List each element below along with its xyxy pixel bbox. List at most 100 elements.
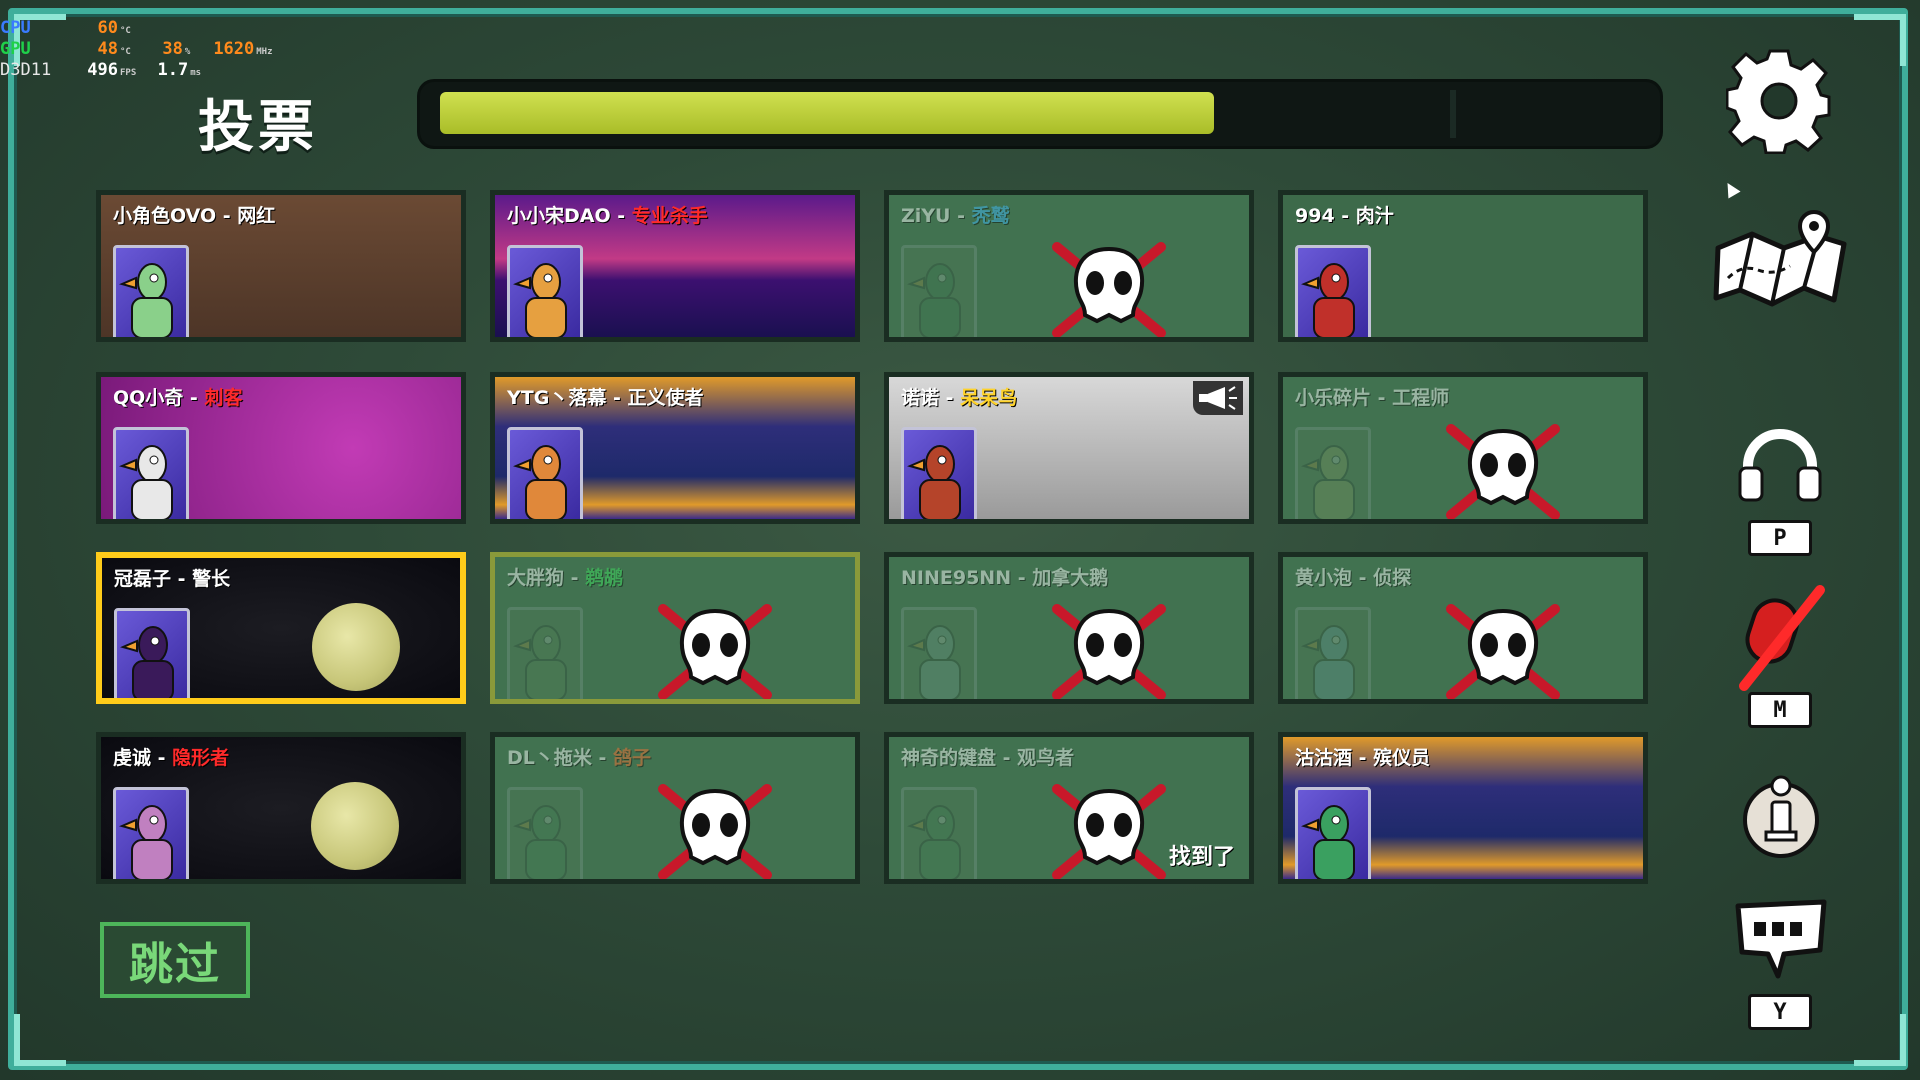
player-name-label: NINE95NN - 加拿大鹅 [901,563,1108,590]
player-avatar [901,427,977,519]
player-role: 观鸟者 [1017,747,1075,769]
player-name-label: 小乐碎片 - 工程师 [1295,383,1449,410]
cpu-label: CPU [0,18,31,38]
timer-tick [1450,90,1456,138]
player-name: DL丶拖米 [507,747,592,769]
player-card[interactable]: 小角色OVO - 网红 [96,190,466,342]
player-card[interactable]: 大胖狗 - 鹈鹕 [490,552,860,704]
player-avatar [1295,787,1371,879]
player-name-label: 冠磊子 - 警长 [114,564,230,591]
map-icon[interactable] [1712,208,1850,316]
dead-skull-icon [1052,604,1166,699]
player-avatar [507,427,583,519]
player-name: 大胖狗 [507,567,565,589]
player-name: QQ小奇 [113,387,184,409]
name-separator: - [591,747,614,769]
megaphone-icon [1193,381,1243,415]
player-card[interactable]: 沽沽酒 - 殡仪员 [1278,732,1648,884]
player-avatar [507,245,583,337]
player-card[interactable]: ZiYU - 秃鹫 [884,190,1254,342]
corner-ornament [14,1014,66,1066]
name-separator: - [151,747,173,769]
voice-key-hint: P [1748,520,1812,556]
player-card[interactable]: NINE95NN - 加拿大鹅 [884,552,1254,704]
player-name: 神奇的键盘 [901,747,997,769]
player-card[interactable]: YTG丶落幕 - 正义使者 [490,372,860,524]
player-role: 肉汁 [1355,205,1394,227]
corner-ornament [1854,1014,1906,1066]
player-role: 警长 [192,568,231,590]
player-name-label: 小小宋DAO - 专业杀手 [507,201,708,228]
gpu-load: 38 [162,39,183,59]
player-name: ZiYU [901,205,951,227]
player-name-label: 小角色OVO - 网红 [113,201,275,228]
player-role: 工程师 [1392,387,1450,409]
player-role: 专业杀手 [631,205,708,227]
player-name-label: 沽沽酒 - 殡仪员 [1295,743,1430,770]
player-card[interactable]: QQ小奇 - 刺客 [96,372,466,524]
info-icon[interactable] [1740,772,1822,860]
player-name: 沽沽酒 [1295,747,1353,769]
dead-skull-icon [658,784,772,879]
player-card[interactable]: 诺诺 - 呆呆鸟 [884,372,1254,524]
dead-skull-icon [1446,604,1560,699]
player-name-label: 神奇的键盘 - 观鸟者 [901,743,1074,770]
player-role: 鸽子 [613,747,652,769]
player-name: 冠磊子 [114,568,172,590]
moon-decoration [311,782,399,870]
player-card[interactable]: 994 - 肉汁 [1278,190,1648,342]
mic-key-hint: M [1748,692,1812,728]
player-name-label: ZiYU - 秃鹫 [901,201,1010,228]
player-card[interactable]: 小小宋DAO - 专业杀手 [490,190,860,342]
fps-value: 496 [87,60,118,80]
gpu-clock: 1620 [213,39,255,59]
player-name: 诺诺 [901,387,940,409]
player-name-label: DL丶拖米 - 鸽子 [507,743,651,770]
screen-frame [8,8,1908,1070]
name-separator: - [1011,567,1033,589]
gpu-label: GPU [0,39,31,59]
dead-skull-icon [1446,424,1560,519]
mic-muted-icon[interactable] [1730,582,1830,692]
player-role: 加拿大鹅 [1032,567,1109,589]
api-label: D3D11 [0,60,52,80]
player-card[interactable]: 神奇的键盘 - 观鸟者找到了 [884,732,1254,884]
player-role: 网红 [237,205,276,227]
dead-skull-icon [1052,784,1166,879]
found-label: 找到了 [1168,845,1235,870]
corner-ornament [1854,14,1906,66]
player-avatar [113,787,189,879]
player-role: 隐形者 [172,747,230,769]
gear-icon[interactable] [1726,48,1832,154]
player-name: YTG丶落幕 [507,387,607,409]
chat-key-hint: Y [1748,994,1812,1030]
skip-vote-button[interactable]: 跳过 [100,922,250,998]
player-card[interactable]: 虔诚 - 隐形者 [96,732,466,884]
vote-timer-bar [420,82,1660,146]
player-card[interactable]: 小乐碎片 - 工程师 [1278,372,1648,524]
player-avatar [1295,245,1371,337]
performance-overlay: CPU 60 °C GPU 48 °C 38% 1620 MHz D3D11 496 F… [0,18,273,81]
player-avatar [901,245,977,337]
dead-skull-icon [1052,242,1166,337]
player-name-label: 诺诺 - 呆呆鸟 [901,383,1017,410]
chat-icon[interactable] [1732,898,1830,980]
player-role: 鹈鹕 [585,567,624,589]
name-separator: - [606,387,628,409]
name-separator: - [1371,387,1393,409]
player-card[interactable]: DL丶拖米 - 鸽子 [490,732,860,884]
frametime-value: 1.7 [157,60,189,80]
player-avatar [901,787,977,879]
player-name: 小乐碎片 [1295,387,1372,409]
player-role: 刺客 [204,387,243,409]
unit: FPS [120,68,137,78]
player-name: 994 [1295,205,1335,227]
headphones-icon[interactable] [1738,428,1822,502]
player-card[interactable]: 黄小泡 - 侦探 [1278,552,1648,704]
name-separator: - [610,205,632,227]
player-role: 侦探 [1373,567,1412,589]
name-separator: - [183,387,205,409]
player-name-label: 994 - 肉汁 [1295,201,1394,228]
unit: °C [120,47,131,57]
player-card[interactable]: 冠磊子 - 警长 [96,552,466,704]
